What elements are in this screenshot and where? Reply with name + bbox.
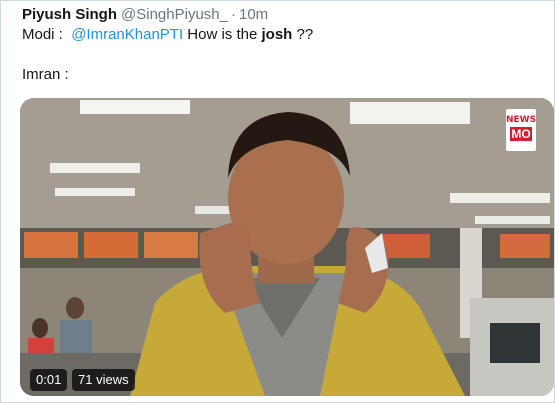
- tweet-text-line-2: Imran :: [22, 66, 69, 83]
- author-handle[interactable]: @SinghPiyush_: [121, 6, 228, 23]
- mention-link[interactable]: @ImranKhanPTI: [71, 26, 183, 43]
- text-suffix: ??: [292, 26, 314, 43]
- text-prefix: Modi :: [22, 26, 72, 43]
- tweet-card: Piyush Singh @SinghPiyush_ · 10m Modi : @Im…: [0, 0, 555, 403]
- tweet-header: Piyush Singh @SinghPiyush_ · 10m: [22, 5, 268, 25]
- channel-logo: NEWS MO: [506, 109, 536, 151]
- video-player[interactable]: NEWS MO 0:01 71 views: [20, 98, 554, 396]
- video-view-count: 71 views: [72, 369, 135, 391]
- text-bold-word: josh: [261, 26, 293, 43]
- tweet-timestamp[interactable]: 10m: [239, 6, 268, 23]
- text-middle: How is the: [183, 26, 262, 43]
- channel-logo-text-top: NEWS: [506, 115, 537, 125]
- tweet-text-line-1: Modi : @ImranKhanPTI How is the josh ??: [22, 25, 313, 45]
- video-duration: 0:01: [30, 369, 68, 391]
- video-frame-image: [20, 98, 554, 396]
- channel-logo-text-bottom: MO: [510, 127, 532, 141]
- header-separator: ·: [230, 6, 236, 23]
- author-display-name[interactable]: Piyush Singh: [22, 6, 117, 23]
